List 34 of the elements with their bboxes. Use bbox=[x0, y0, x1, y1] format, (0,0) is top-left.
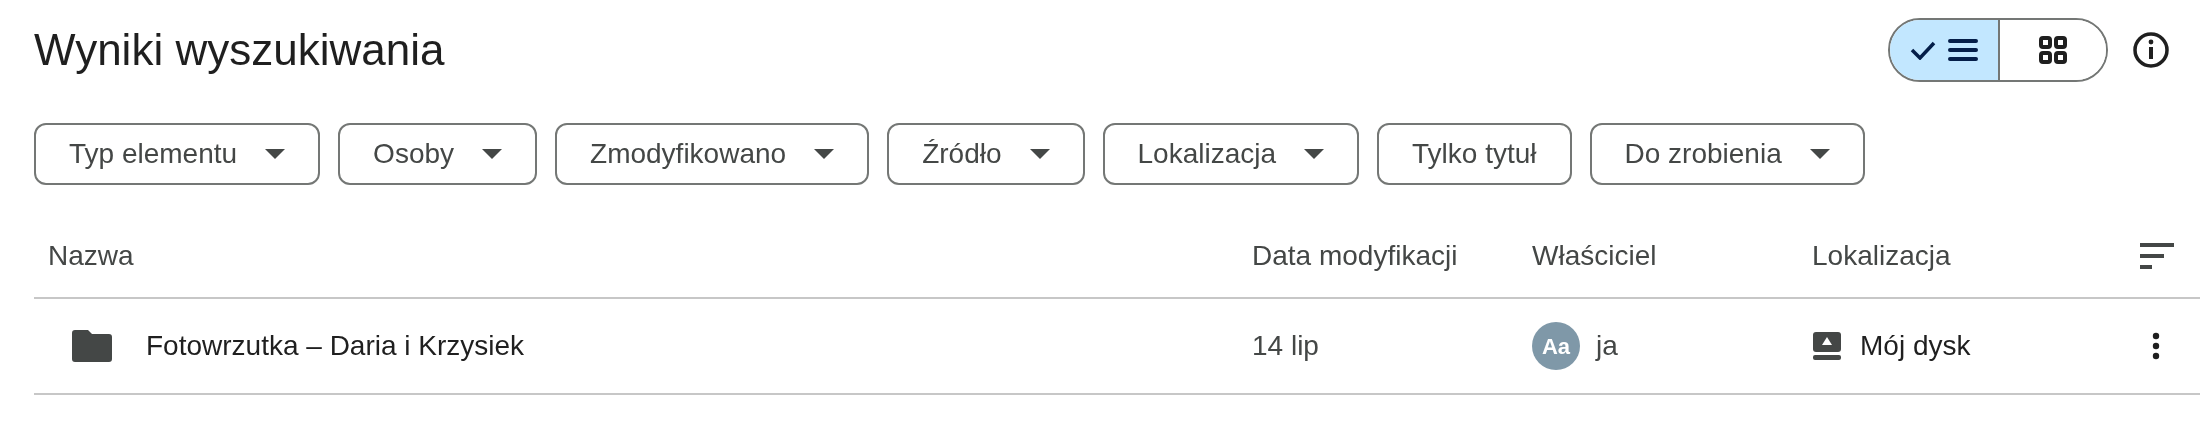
filter-chip[interactable]: Osoby bbox=[338, 123, 538, 185]
sort-icon[interactable] bbox=[2138, 242, 2176, 270]
column-header[interactable]: Właściciel bbox=[1532, 240, 1657, 271]
file-row[interactable]: Fotowrzutka – Daria i Krzysiek 14 lip Aa ja Mój dysk bbox=[34, 299, 2200, 395]
list-icon bbox=[1948, 38, 1978, 62]
filter-chip[interactable]: Lokalizacja bbox=[1102, 123, 1360, 185]
folder-icon bbox=[72, 330, 112, 362]
drive-icon bbox=[1812, 331, 1842, 361]
caret-icon bbox=[814, 149, 835, 159]
caret-icon bbox=[482, 149, 503, 159]
grid-view-button[interactable] bbox=[1998, 20, 2106, 80]
checkmark-icon bbox=[1910, 40, 1936, 60]
info-icon[interactable] bbox=[2132, 31, 2170, 69]
column-header[interactable]: Lokalizacja bbox=[1812, 240, 1951, 271]
caret-icon bbox=[1809, 149, 1830, 159]
modified-date: 14 lip bbox=[1252, 330, 1319, 361]
filter-chip[interactable]: Do zrobienia bbox=[1589, 123, 1865, 185]
grid-icon bbox=[2039, 36, 2067, 64]
file-name: Fotowrzutka – Daria i Krzysiek bbox=[146, 329, 525, 363]
column-header[interactable]: Data modyfikacji bbox=[1252, 240, 1458, 271]
location-text: Mój dysk bbox=[1860, 329, 1971, 363]
caret-icon bbox=[1304, 149, 1325, 159]
owner-name: ja bbox=[1596, 329, 1618, 363]
column-header[interactable]: Nazwa bbox=[48, 240, 134, 271]
caret-icon bbox=[265, 149, 286, 159]
more-options-icon[interactable] bbox=[2152, 332, 2160, 360]
filter-chip[interactable]: Tylko tytuł bbox=[1377, 123, 1572, 185]
caret-icon bbox=[1029, 149, 1050, 159]
filter-chip[interactable]: Źródło bbox=[887, 123, 1085, 185]
owner-avatar: Aa bbox=[1532, 322, 1580, 370]
filter-chip[interactable]: Typ elementu bbox=[34, 123, 321, 185]
page-title: Wyniki wyszukiwania bbox=[34, 24, 445, 76]
filter-chip[interactable]: Zmodyfikowano bbox=[555, 123, 870, 185]
list-view-button[interactable] bbox=[1890, 20, 1998, 80]
